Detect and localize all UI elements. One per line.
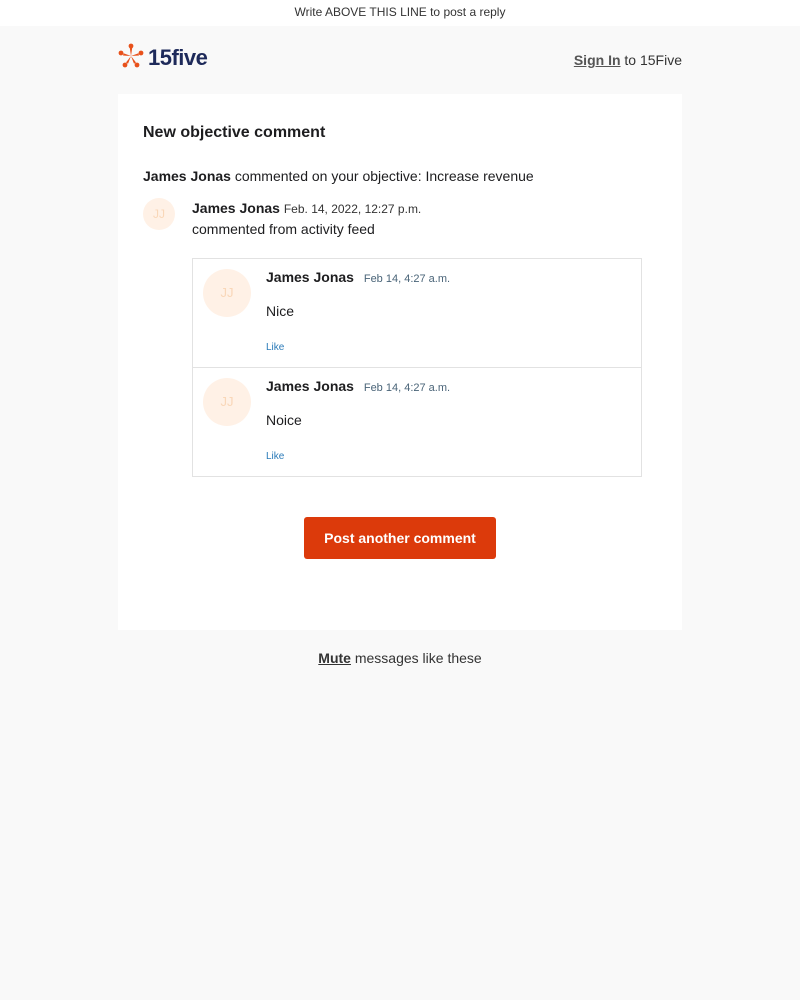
post-another-comment-button[interactable]: Post another comment [304,517,496,559]
avatar: JJ [143,198,175,230]
mute-suffix: messages like these [354,650,482,666]
activity-source: commented from activity feed [192,221,375,237]
notification-summary: James Jonas commented on your objective:… [143,168,657,184]
summary-author: James Jonas [143,168,231,184]
like-link[interactable]: Like [266,451,284,462]
button-wrapper: Post another comment [143,517,657,559]
comment-header: James Jonas Feb 14, 4:27 a.m. [266,378,631,394]
comment-thread: JJ James Jonas Feb 14, 4:27 a.m. Nice Li… [192,258,642,477]
avatar: JJ [203,378,251,426]
like-link[interactable]: Like [266,342,284,353]
comment-date: Feb 14, 4:27 a.m. [363,382,451,394]
comment-author: James Jonas [266,269,354,285]
comment-body: James Jonas Feb 14, 4:27 a.m. Nice Like [266,269,631,355]
comment-text: Nice [266,303,295,319]
sign-in-prompt: Sign In to 15Five [574,52,682,68]
activity-author: James Jonas [192,200,280,216]
comment-body: James Jonas Feb 14, 4:27 a.m. Noice Like [266,378,631,464]
activity-date: Feb. 14, 2022, 12:27 p.m. [283,202,422,216]
comment-text: Noice [266,412,302,428]
summary-text: commented on your objective: Increase re… [234,168,534,184]
comment-date: Feb 14, 4:27 a.m. [363,273,451,285]
mute-link[interactable]: Mute [318,650,351,666]
comment-item: JJ James Jonas Feb 14, 4:27 a.m. Noice L… [193,367,641,476]
reply-instruction: Write ABOVE THIS LINE to post a reply [0,0,800,26]
mute-footer: Mute messages like these [0,650,800,666]
logo[interactable]: 15five [118,43,208,74]
comment-item: JJ James Jonas Feb 14, 4:27 a.m. Nice Li… [193,259,641,367]
comment-author: James Jonas [266,378,354,394]
avatar: JJ [203,269,251,317]
activity-meta: James Jonas Feb. 14, 2022, 12:27 p.m. co… [192,198,421,239]
comment-header: James Jonas Feb 14, 4:27 a.m. [266,269,631,285]
notification-title: New objective comment [143,124,326,141]
notification-card: New objective comment James Jonas commen… [118,94,682,630]
sign-in-suffix: to 15Five [624,52,682,68]
15five-starburst-icon [118,43,144,74]
sign-in-link[interactable]: Sign In [574,52,621,68]
email-header: 15five Sign In to 15Five [118,26,682,94]
logo-wordmark: 15five [148,45,208,70]
activity-entry: JJ James Jonas Feb. 14, 2022, 12:27 p.m.… [143,198,657,239]
